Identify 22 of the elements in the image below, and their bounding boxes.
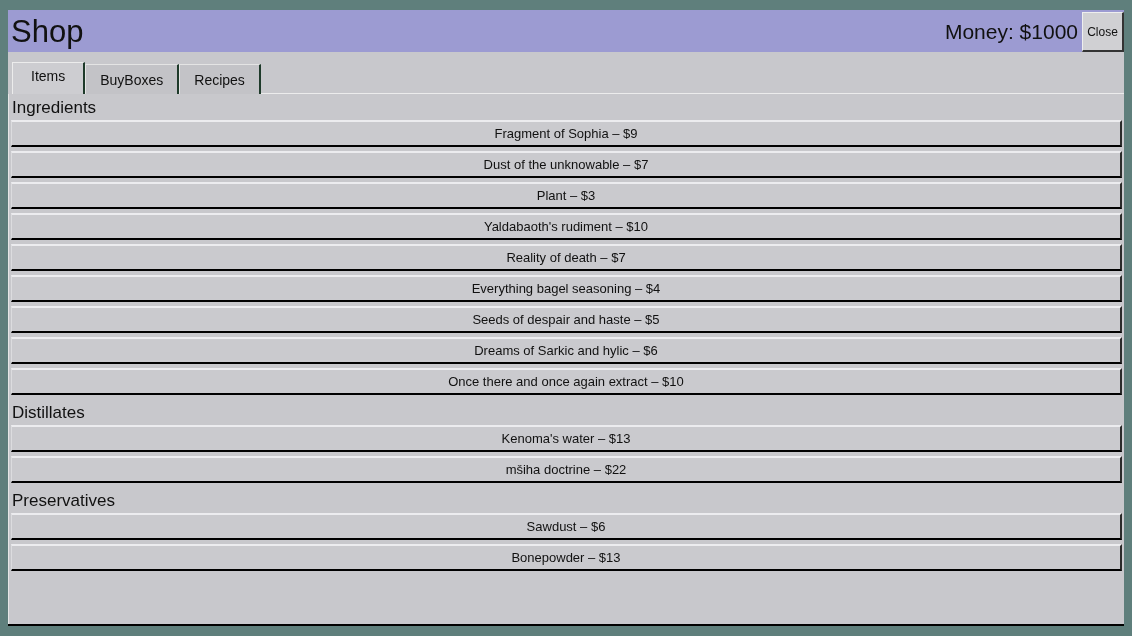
shop-item-button[interactable]: Sawdust – $6: [11, 513, 1122, 540]
tab[interactable]: Items: [12, 62, 86, 94]
shop-item-button[interactable]: Kenoma's water – $13: [11, 425, 1122, 452]
shop-item-button[interactable]: Once there and once again extract – $10: [11, 368, 1122, 395]
shop-item-button[interactable]: Dreams of Sarkic and hylic – $6: [11, 337, 1122, 364]
shop-item-button[interactable]: Seeds of despair and haste – $5: [11, 306, 1122, 333]
shop-item-button[interactable]: Reality of death – $7: [11, 244, 1122, 271]
close-button[interactable]: Close: [1082, 12, 1124, 52]
section-heading: Ingredients: [11, 97, 97, 119]
tab[interactable]: BuyBoxes: [85, 64, 180, 94]
window-title: Shop: [10, 15, 84, 47]
shop-item-button[interactable]: Bonepowder – $13: [11, 544, 1122, 571]
shop-item-button[interactable]: Fragment of Sophia – $9: [11, 120, 1122, 147]
shop-item-button[interactable]: Everything bagel seasoning – $4: [11, 275, 1122, 302]
shop-item-button[interactable]: Plant – $3: [11, 182, 1122, 209]
section-heading: Distillates: [11, 402, 85, 424]
section-heading: Preservatives: [11, 490, 115, 512]
money-label: Money: $1000: [944, 20, 1079, 42]
shop-item-button[interactable]: Yaldabaoth's rudiment – $10: [11, 213, 1122, 240]
shop-item-button[interactable]: Dust of the unknowable – $7: [11, 151, 1122, 178]
tab[interactable]: Recipes: [179, 64, 261, 94]
shop-item-button[interactable]: mšiha doctrine – $22: [11, 456, 1122, 483]
